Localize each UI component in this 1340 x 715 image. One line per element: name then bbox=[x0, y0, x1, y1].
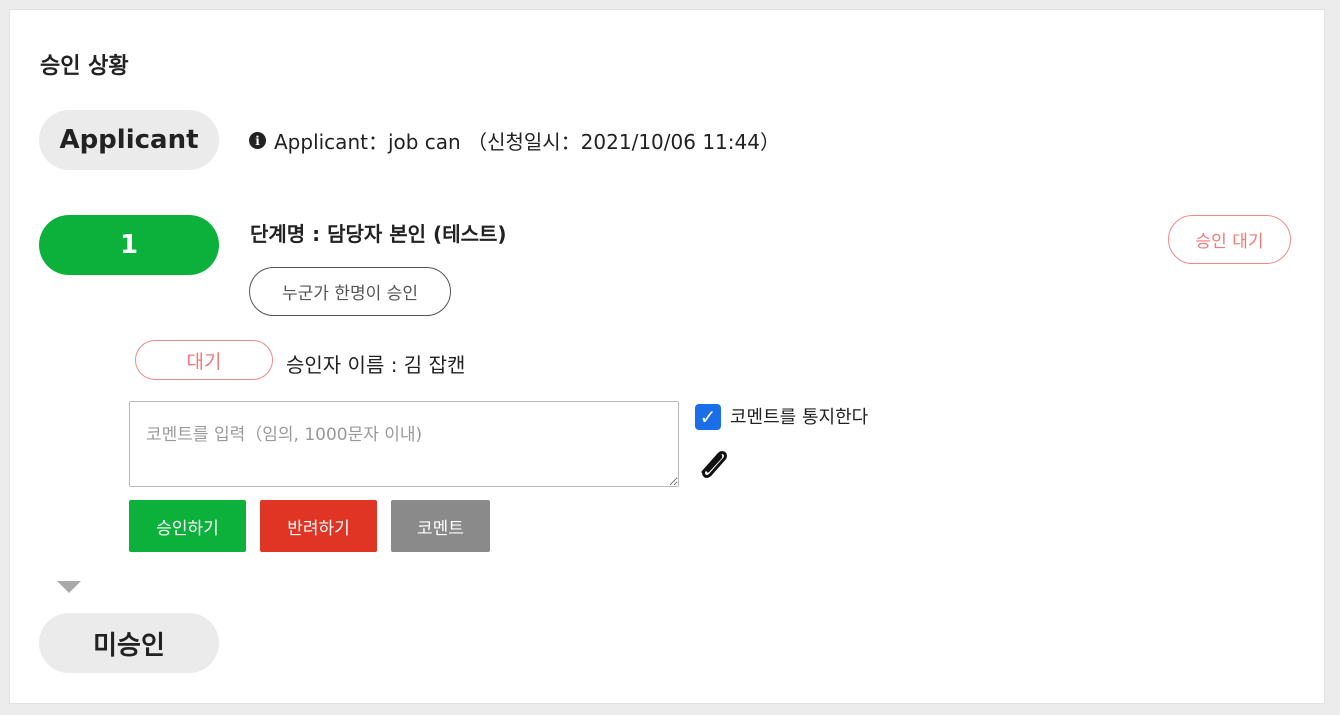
comment-input[interactable] bbox=[129, 401, 679, 487]
paperclip-icon[interactable] bbox=[693, 442, 733, 482]
section-title: 승인 상황 bbox=[40, 54, 129, 79]
arrow-down-icon bbox=[57, 581, 81, 593]
notify-comment-label: 코멘트를 통지한다 bbox=[730, 407, 869, 428]
final-status-pill: 미승인 bbox=[39, 613, 219, 673]
info-icon: i bbox=[249, 132, 266, 149]
applicant-info-text: Applicant：job can （신청일시：2021/10/06 11:44… bbox=[274, 130, 780, 154]
approval-status-panel: 승인 상황 Applicant i Applicant：job can （신청일… bbox=[9, 9, 1325, 704]
check-icon: ✓ bbox=[699, 405, 717, 429]
approver-status-badge: 대기 bbox=[135, 340, 273, 380]
approval-rule-button[interactable]: 누군가 한명이 승인 bbox=[249, 267, 451, 316]
step-status-badge: 승인 대기 bbox=[1168, 215, 1291, 264]
comment-button[interactable]: 코멘트 bbox=[391, 500, 490, 552]
reject-button[interactable]: 반려하기 bbox=[260, 500, 377, 552]
approver-name: 승인자 이름 : 김 잡캔 bbox=[286, 353, 466, 377]
notify-comment-checkbox[interactable]: ✓ bbox=[695, 404, 721, 430]
applicant-pill: Applicant bbox=[39, 110, 219, 170]
step-name: 단계명 : 담당자 본인 (테스트) bbox=[250, 222, 507, 246]
applicant-info: i Applicant：job can （신청일시：2021/10/06 11:… bbox=[249, 126, 780, 155]
step-number-pill: 1 bbox=[39, 215, 219, 275]
approve-button[interactable]: 승인하기 bbox=[129, 500, 246, 552]
